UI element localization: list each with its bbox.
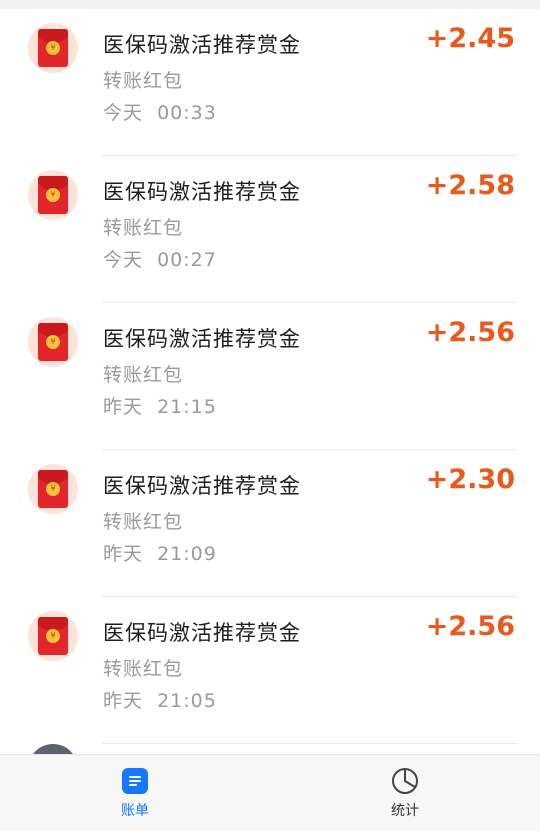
transaction-amount: +2.56	[425, 611, 515, 642]
transaction-time: 今天 00:33	[103, 102, 217, 124]
transaction-title: 医保码激活推荐赏金	[103, 180, 301, 204]
transaction-amount: +2.45	[425, 23, 515, 54]
bill-list-icon	[121, 767, 149, 795]
tab-bill-label: 账单	[121, 803, 149, 819]
red-envelope-icon: ¥	[28, 23, 78, 73]
transaction-row[interactable]: ¥ 医保码激活推荐赏金 转账红包 昨天 21:15 +2.56	[0, 303, 540, 450]
transaction-type: 转账红包	[103, 217, 184, 239]
transaction-type: 转账红包	[103, 364, 184, 386]
transaction-row[interactable]: ¥ 医保码激活推荐赏金 转账红包 昨天 21:09 +2.30	[0, 450, 540, 597]
transaction-time: 昨天 21:05	[103, 690, 217, 712]
transaction-title: 医保码激活推荐赏金	[103, 621, 301, 645]
transaction-title: 医保码激活推荐赏金	[103, 33, 301, 57]
red-envelope-icon: ¥	[28, 170, 78, 220]
transaction-type: 转账红包	[103, 70, 184, 92]
transaction-list[interactable]: ¥ 医保码激活推荐赏金 转账红包 今天 00:33 +2.45 ¥ 医保码激活推…	[0, 9, 540, 754]
transaction-time: 昨天 21:09	[103, 543, 217, 565]
transaction-type: 转账红包	[103, 511, 184, 533]
transaction-row[interactable]: ¥ 医保码激活推荐赏金 转账红包 昨天 21:05 +2.56	[0, 597, 540, 744]
top-strip	[0, 0, 540, 9]
transaction-time: 今天 00:27	[103, 249, 217, 271]
tab-stats[interactable]: 统计	[365, 767, 445, 820]
tab-bill[interactable]: 账单	[95, 767, 175, 820]
red-envelope-icon: ¥	[28, 464, 78, 514]
transaction-amount: +2.56	[425, 317, 515, 348]
tab-stats-label: 统计	[391, 803, 419, 819]
transaction-row[interactable]: ¥ 医保码激活推荐赏金 转账红包 今天 00:33 +2.45	[0, 9, 540, 156]
pie-chart-icon	[391, 767, 419, 795]
transaction-amount: +2.58	[425, 170, 515, 201]
red-envelope-icon: ¥	[28, 317, 78, 367]
bottom-tab-bar: 账单 统计	[0, 754, 540, 831]
transaction-amount: +2.30	[425, 464, 515, 495]
row-divider	[102, 743, 517, 744]
transaction-type: 转账红包	[103, 658, 184, 680]
transaction-row[interactable]: ¥ 医保码激活推荐赏金 转账红包 今天 00:27 +2.58	[0, 156, 540, 303]
transaction-title: 医保码激活推荐赏金	[103, 327, 301, 351]
red-envelope-icon: ¥	[28, 611, 78, 661]
transaction-time: 昨天 21:15	[103, 396, 217, 418]
transaction-title: 医保码激活推荐赏金	[103, 474, 301, 498]
